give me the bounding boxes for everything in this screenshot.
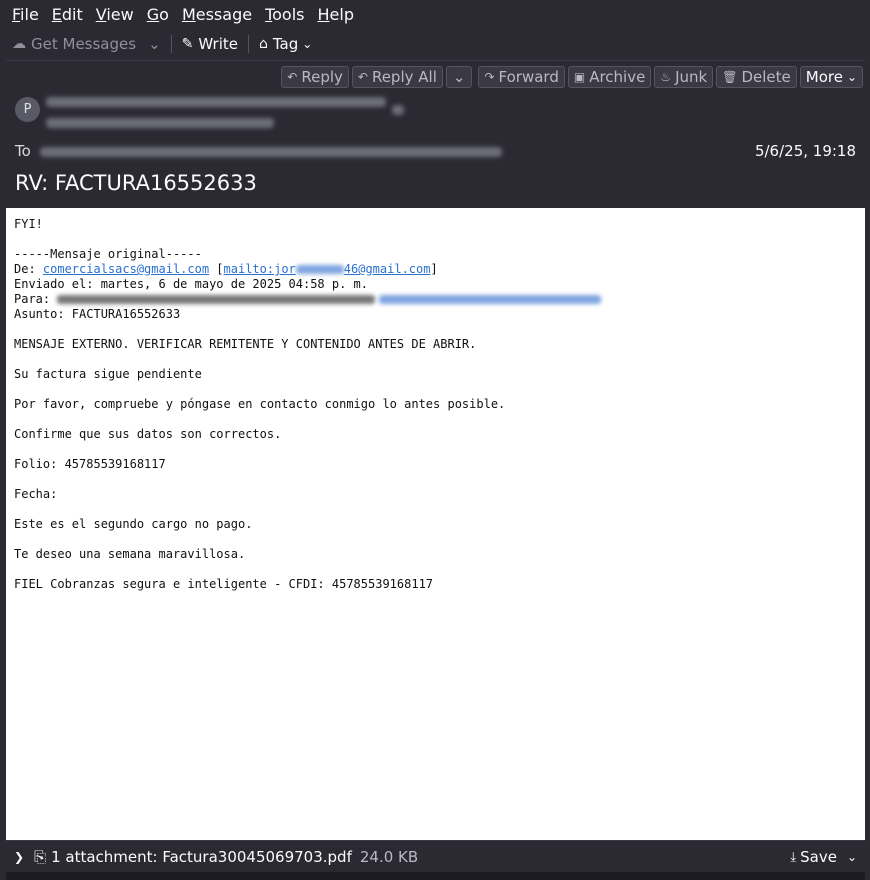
reply-all-icon: ↶ — [357, 70, 368, 84]
get-messages-button[interactable]: ☁ Get Messages — [6, 31, 142, 57]
write-label: Write — [198, 35, 238, 53]
body-paragraph: Folio: 45785539168117 — [14, 457, 166, 471]
message-body: FYI! -----Mensaje original----- De: come… — [6, 208, 865, 840]
flame-icon: ♨ — [660, 70, 672, 84]
body-greeting: FYI! — [14, 217, 43, 231]
chevron-right-icon[interactable]: ❯ — [14, 850, 24, 864]
main-toolbar: ☁ Get Messages ⌄ ✎ Write ⌂ Tag ⌄ — [6, 28, 865, 61]
cloud-download-icon: ☁ — [12, 36, 26, 52]
tag-label: Tag — [272, 35, 299, 53]
body-paragraph: Por favor, compruebe y póngase en contac… — [14, 397, 506, 411]
sender-email-link[interactable]: comercialsacs@gmail.com — [43, 262, 209, 276]
reply-all-dropdown[interactable]: ⌄ — [445, 66, 473, 88]
paperclip-icon: ⎘ — [34, 848, 47, 866]
original-message-divider: -----Mensaje original----- — [14, 247, 202, 261]
sender-avatar: P — [15, 97, 40, 122]
toolbar-separator — [170, 35, 172, 53]
star-icon[interactable] — [392, 105, 404, 115]
external-warning: MENSAJE EXTERNO. VERIFICAR REMITENTE Y C… — [14, 337, 477, 351]
to-label: To — [15, 142, 31, 160]
recipients-redacted — [40, 147, 502, 157]
save-button[interactable]: Save — [800, 848, 837, 866]
menu-view[interactable]: View — [90, 5, 141, 24]
attachment-size: 24.0 KB — [359, 848, 419, 866]
message-date: 5/6/25, 19:18 — [754, 142, 856, 160]
reply-all-button[interactable]: ↶ Reply All — [351, 66, 443, 88]
chevron-down-icon: ⌄ — [846, 70, 857, 84]
mailto-link[interactable]: mailto:jor 46@gmail.com — [224, 262, 431, 276]
chevron-down-icon: ⌄ — [452, 68, 466, 86]
get-messages-label: Get Messages — [31, 35, 137, 53]
save-dropdown-chevron-icon[interactable]: ⌄ — [847, 850, 857, 864]
reply-icon: ↶ — [287, 70, 298, 84]
download-icon: ⤓ — [790, 849, 797, 865]
body-paragraph: Confirme que sus datos son correctos. — [14, 427, 282, 441]
tag-button[interactable]: ⌂ Tag ⌄ — [253, 31, 318, 57]
toolbar-separator — [247, 35, 249, 53]
message-subject: RV: FACTURA16552633 — [15, 171, 257, 195]
trash-icon: 🗑 — [722, 70, 738, 84]
forward-icon: ↷ — [484, 70, 495, 84]
write-button[interactable]: ✎ Write — [176, 31, 244, 57]
mail-window: File Edit View Go Message Tools Help ☁ G… — [6, 0, 865, 880]
to-name-redacted — [57, 295, 376, 304]
menu-go[interactable]: Go — [141, 5, 176, 24]
reply-button[interactable]: ↶ Reply — [281, 66, 349, 88]
header-action-buttons: ↶ Reply ↶ Reply All ⌄ ↷ Forward ▣ Archive ♨ J… — [281, 66, 863, 88]
get-messages-dropdown[interactable]: ⌄ — [142, 31, 167, 57]
subject-line: Asunto: FACTURA16552633 — [14, 307, 181, 321]
sent-line: Enviado el: martes, 6 de mayo de 2025 04… — [14, 277, 369, 291]
menu-tools[interactable]: Tools — [259, 5, 311, 24]
chevron-down-icon: ⌄ — [302, 37, 313, 51]
background-window-edge-right — [865, 0, 870, 880]
to-line: Para: — [14, 292, 602, 307]
menu-edit[interactable]: Edit — [46, 5, 90, 24]
body-paragraph: Su factura sigue pendiente — [14, 367, 202, 381]
chevron-down-icon: ⌄ — [148, 35, 161, 53]
attachment-label[interactable]: 1 attachment: Factura30045069703.pdf — [51, 848, 352, 866]
delete-button[interactable]: 🗑 Delete — [716, 66, 797, 88]
menubar: File Edit View Go Message Tools Help — [6, 0, 865, 28]
tag-icon: ⌂ — [258, 36, 268, 52]
menu-message[interactable]: Message — [176, 5, 259, 24]
body-paragraph: Fecha: — [14, 487, 58, 501]
junk-button[interactable]: ♨ Junk — [654, 66, 714, 88]
attachment-bar: ❯ ⎘ 1 attachment: Factura30045069703.pdf… — [6, 840, 865, 873]
mailto-redacted — [295, 265, 344, 274]
sender-email-redacted — [46, 118, 274, 128]
forward-button[interactable]: ↷ Forward — [478, 66, 565, 88]
message-header: ↶ Reply ↶ Reply All ⌄ ↷ Forward ▣ Archive ♨ J… — [6, 61, 865, 208]
more-button[interactable]: More ⌄ — [799, 66, 863, 88]
menu-file[interactable]: File — [6, 5, 46, 24]
sender-name-redacted — [46, 97, 386, 107]
body-paragraph: Este es el segundo cargo no pago. — [14, 517, 253, 531]
from-line: De: comercialsacs@gmail.com [mailto:jor 4… — [14, 262, 438, 276]
status-strip — [6, 872, 865, 880]
archive-icon: ▣ — [573, 70, 586, 84]
body-paragraph: Te deseo una semana maravillosa. — [14, 547, 246, 561]
archive-button[interactable]: ▣ Archive — [567, 66, 652, 88]
to-email-redacted — [379, 295, 602, 304]
pencil-icon: ✎ — [181, 36, 194, 52]
menu-help[interactable]: Help — [312, 5, 361, 24]
body-signature: FIEL Cobranzas segura e inteligente - CF… — [14, 577, 434, 591]
